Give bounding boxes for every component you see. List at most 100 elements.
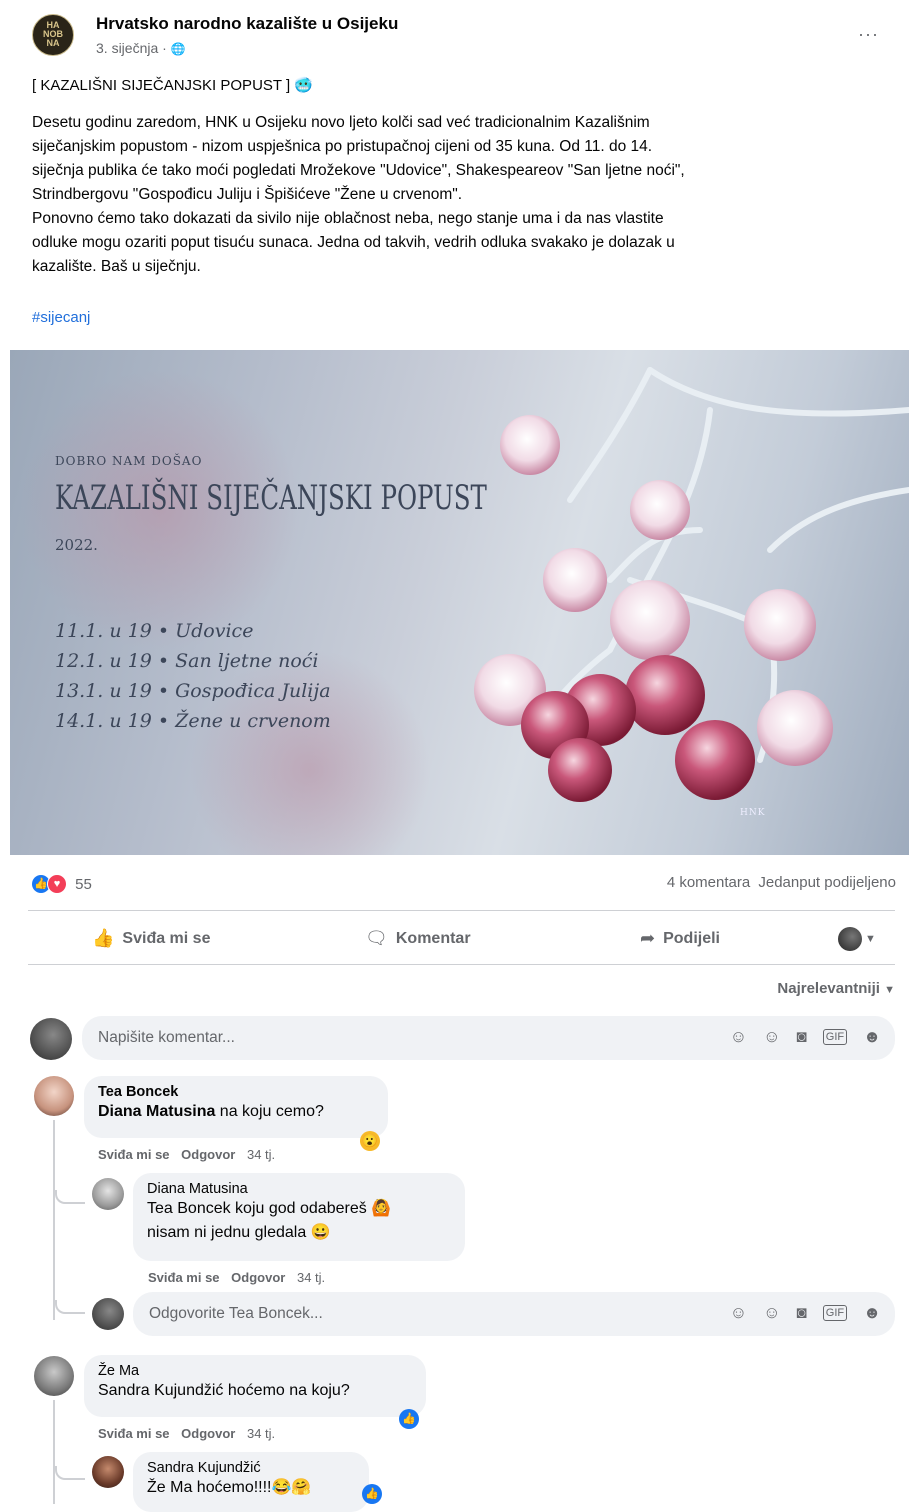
post-date-text: 3. siječnja · [96, 40, 171, 56]
comment-reply-link[interactable]: Odgovor [181, 1426, 235, 1441]
thread-line [53, 1120, 55, 1320]
photo-headline: KAZALIŠNI SIJEČANJSKI POPUST [55, 478, 487, 518]
reply-avatar[interactable] [92, 1456, 124, 1488]
avatar-sticker-icon[interactable]: ☺ [730, 1027, 747, 1047]
reply-connector [55, 1300, 85, 1314]
emoji-icon[interactable]: ☺ [763, 1027, 780, 1047]
share-button[interactable]: ➦ Podijeli [640, 928, 720, 949]
comment-like-link[interactable]: Sviđa mi se [98, 1147, 170, 1162]
comment-time[interactable]: 34 tj. [247, 1147, 275, 1162]
like-button[interactable]: 👍 Sviđa mi se [92, 928, 210, 949]
sort-label: Najrelevantniji [777, 980, 880, 997]
reply-connector [55, 1466, 85, 1480]
reply-bubble: Sandra Kujundžić Že Ma hoćemo!!!!😂🤗 [133, 1452, 369, 1512]
reply-text: Tea Boncek koju god odabereš 🙆 [147, 1197, 451, 1221]
reply-author[interactable]: Diana Matusina [147, 1181, 451, 1197]
post-title: [ KAZALIŠNI SIJEČANJSKI POPUST ] 🥶 [32, 77, 313, 94]
camera-icon[interactable]: ◙ [796, 1303, 806, 1323]
comment-label: Komentar [395, 929, 471, 947]
camera-icon[interactable]: ◙ [796, 1027, 806, 1047]
reply-time[interactable]: 34 tj. [297, 1270, 325, 1285]
comment-text: Diana Matusina na koju cemo? [98, 1100, 374, 1124]
comment-reply-link[interactable]: Odgovor [181, 1147, 235, 1162]
thread-line [53, 1400, 55, 1504]
post-date[interactable]: 3. siječnja · 🌐 [96, 40, 186, 56]
comment-sort-dropdown[interactable]: Najrelevantniji ▼ [777, 980, 895, 997]
mention-link[interactable]: Tea Boncek [147, 1200, 231, 1217]
comment-placeholder: Napišite komentar... [98, 1029, 235, 1046]
current-user-avatar[interactable] [30, 1018, 72, 1060]
post-body-line: kazalište. Baš u siječnju. [32, 258, 201, 275]
comment-like-link[interactable]: Sviđa mi se [98, 1426, 170, 1441]
page-name[interactable]: Hrvatsko narodno kazalište u Osijeku [96, 14, 398, 34]
mention-link[interactable]: Sandra Kujundžić [98, 1382, 223, 1399]
reply-input[interactable]: Odgovorite Tea Boncek... ☺ ☺ ◙ GIF ☻ [133, 1292, 895, 1336]
comment-bubble: Tea Boncek Diana Matusina na koju cemo? [84, 1076, 388, 1138]
reply-author[interactable]: Sandra Kujundžić [147, 1460, 355, 1476]
comment-time[interactable]: 34 tj. [247, 1426, 275, 1441]
frosted-berries-illustration [20, 367, 909, 855]
like-label: Sviđa mi se [122, 929, 211, 947]
comment-meta: Sviđa mi se Odgovor 34 tj. [98, 1147, 275, 1162]
post-body-line: odluke mogu ozariti poput tisuću sunaca.… [32, 234, 675, 251]
reply-avatar[interactable] [92, 1178, 124, 1210]
post-photo[interactable]: DOBRO NAM DOŠAO KAZALIŠNI SIJEČANJSKI PO… [10, 350, 909, 855]
post-body-line: Ponovno ćemo tako dokazati da sivilo nij… [32, 210, 664, 227]
share-arrow-icon: ➦ [640, 928, 656, 948]
reply-bubble: Diana Matusina Tea Boncek koju god odabe… [133, 1173, 465, 1261]
comment-bubble: Že Ma Sandra Kujundžić hoćemo na koju? [84, 1355, 426, 1417]
engagement-counts: 4 komentara Jedanput podijeljeno [667, 874, 896, 891]
reply-body: koju god odabereš 🙆 [230, 1200, 392, 1217]
post-as-selector[interactable]: ▼ [838, 927, 876, 951]
wow-reaction-icon[interactable]: 😮 [360, 1131, 380, 1151]
reply-like-link[interactable]: Sviđa mi se [148, 1270, 220, 1285]
comment-avatar[interactable] [34, 1076, 74, 1116]
comment-avatar[interactable] [34, 1356, 74, 1396]
more-options-icon[interactable]: ··· [858, 24, 879, 45]
comment-author[interactable]: Že Ma [98, 1363, 412, 1379]
mention-link[interactable]: Diana Matusina [98, 1103, 215, 1120]
shares-count-link[interactable]: Jedanput podijeljeno [758, 874, 896, 891]
gif-icon[interactable]: GIF [822, 1029, 848, 1045]
thumbs-up-icon: 👍 [92, 928, 115, 948]
comment-body: na koju cemo? [215, 1103, 324, 1120]
schedule-line: 14.1. u 19 • Žene u crvenom [55, 710, 331, 732]
comments-count-link[interactable]: 4 komentara [667, 874, 750, 891]
schedule-line: 11.1. u 19 • Udovice [55, 620, 254, 642]
chevron-down-icon: ▼ [865, 933, 876, 945]
like-reaction-icon[interactable]: 👍 [399, 1409, 419, 1429]
post-body-line: siječanjskim popustom - nizom uspješnica… [32, 138, 653, 155]
reply-meta: Sviđa mi se Odgovor 34 tj. [148, 1270, 325, 1285]
globe-icon: 🌐 [170, 42, 186, 56]
emoji-icon[interactable]: ☺ [763, 1303, 780, 1323]
comment-meta: Sviđa mi se Odgovor 34 tj. [98, 1426, 275, 1441]
divider [28, 964, 895, 965]
comment-input[interactable]: Napišite komentar... ☺ ☺ ◙ GIF ☻ [82, 1016, 895, 1060]
current-user-avatar[interactable] [92, 1298, 124, 1330]
reaction-emoji: 😮 [361, 1133, 379, 1148]
user-avatar [838, 927, 862, 951]
post-body-line: siječnja publika će tako moći pogledati … [32, 162, 685, 179]
reactions-summary[interactable]: 👍 ♥ 55 [32, 874, 92, 894]
like-reaction-icon[interactable]: 👍 [362, 1484, 382, 1504]
sticker-icon[interactable]: ☻ [863, 1303, 881, 1323]
photo-schedule: 11.1. u 19 • Udovice 12.1. u 19 • San lj… [55, 616, 331, 736]
page-avatar-logo: HA NOB NA [43, 20, 63, 48]
page-avatar[interactable]: HA NOB NA [32, 14, 74, 56]
avatar-sticker-icon[interactable]: ☺ [730, 1303, 747, 1323]
share-label: Podijeli [663, 929, 720, 947]
reply-placeholder: Odgovorite Tea Boncek... [149, 1305, 323, 1322]
mention-link[interactable]: Že Ma [147, 1479, 192, 1496]
hashtag-link[interactable]: #sijecanj [32, 309, 90, 326]
love-reaction-icon: ♥ [47, 874, 67, 894]
comment-body: hoćemo na koju? [223, 1382, 350, 1399]
comment-button[interactable]: 🗨 Komentar [365, 928, 471, 949]
reply-reply-link[interactable]: Odgovor [231, 1270, 285, 1285]
schedule-line: 13.1. u 19 • Gospođica Julija [55, 680, 331, 702]
sticker-icon[interactable]: ☻ [863, 1027, 881, 1047]
comment-author[interactable]: Tea Boncek [98, 1084, 374, 1100]
gif-icon[interactable]: GIF [822, 1305, 848, 1321]
reply-connector [55, 1190, 85, 1204]
post-body: Desetu godinu zaredom, HNK u Osijeku nov… [32, 111, 882, 279]
photo-kicker: DOBRO NAM DOŠAO [55, 454, 203, 468]
